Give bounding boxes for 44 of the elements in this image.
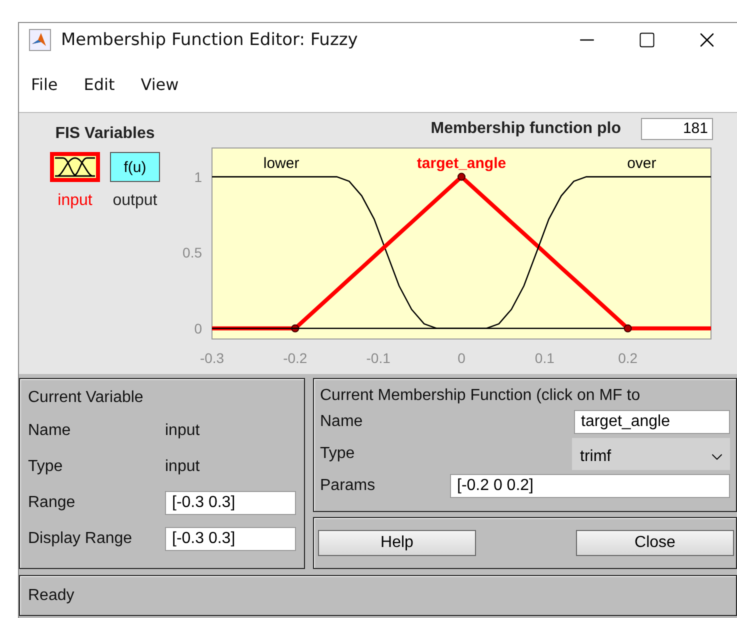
curve-label: target_angle xyxy=(416,155,506,172)
field-label: Display Range xyxy=(28,530,134,548)
input-field[interactable]: [-0.3 0.3] xyxy=(165,526,296,550)
maximize-icon[interactable] xyxy=(638,31,656,49)
axis-tick-label: 0 xyxy=(194,320,202,336)
output-variable-button[interactable]: f(u) xyxy=(110,152,160,182)
axis-tick-label: -0.2 xyxy=(283,350,308,366)
axis-tick-label: 0.2 xyxy=(618,350,638,366)
section-title: FIS Variables xyxy=(55,125,155,143)
input-variable-button[interactable] xyxy=(50,152,100,182)
field-label: Type xyxy=(28,458,64,476)
plot-points-field[interactable]: 181 xyxy=(641,118,713,140)
field-label: Range xyxy=(28,494,76,512)
menu-item[interactable]: View xyxy=(134,73,185,96)
field-value: input xyxy=(165,458,201,476)
menu-item[interactable]: Edit xyxy=(78,73,121,96)
field-label: Params xyxy=(320,477,376,495)
close-dialog-button[interactable]: Close xyxy=(576,530,734,556)
help-button[interactable]: Help xyxy=(318,530,476,556)
variable-label: output xyxy=(112,192,158,210)
plot-title: Membership function plo xyxy=(430,120,621,138)
axis-tick-label: -0.1 xyxy=(366,350,390,366)
panel-title: Current Membership Function (click on MF to xyxy=(320,387,642,405)
app-icon xyxy=(29,29,51,51)
input-field[interactable]: [-0.2 0 0.2] xyxy=(450,474,730,498)
window-title: Membership Function Editor: Fuzzy xyxy=(61,30,359,50)
curve-label: over xyxy=(627,155,656,172)
field-value: input xyxy=(165,422,201,440)
type-dropdown[interactable]: trimf xyxy=(572,438,730,470)
axis-tick-label: 0 xyxy=(458,350,466,366)
panel-title: Current Variable xyxy=(28,389,144,407)
axis-tick-label: 0.1 xyxy=(534,350,554,366)
axis-tick-label: 0.5 xyxy=(182,244,202,261)
input-field[interactable]: target_angle xyxy=(574,410,730,434)
variable-label: input xyxy=(58,192,92,210)
axis-tick-label: -0.3 xyxy=(200,350,224,366)
status-text: Ready xyxy=(28,586,74,604)
field-label: Name xyxy=(28,422,72,440)
field-label: Type xyxy=(320,445,355,463)
axis-tick-label: 1 xyxy=(194,168,202,185)
curve-label: lower xyxy=(263,155,300,172)
input-field[interactable]: [-0.3 0.3] xyxy=(165,490,296,514)
field-label: Name xyxy=(320,413,363,431)
menu-item[interactable]: File xyxy=(25,73,64,96)
